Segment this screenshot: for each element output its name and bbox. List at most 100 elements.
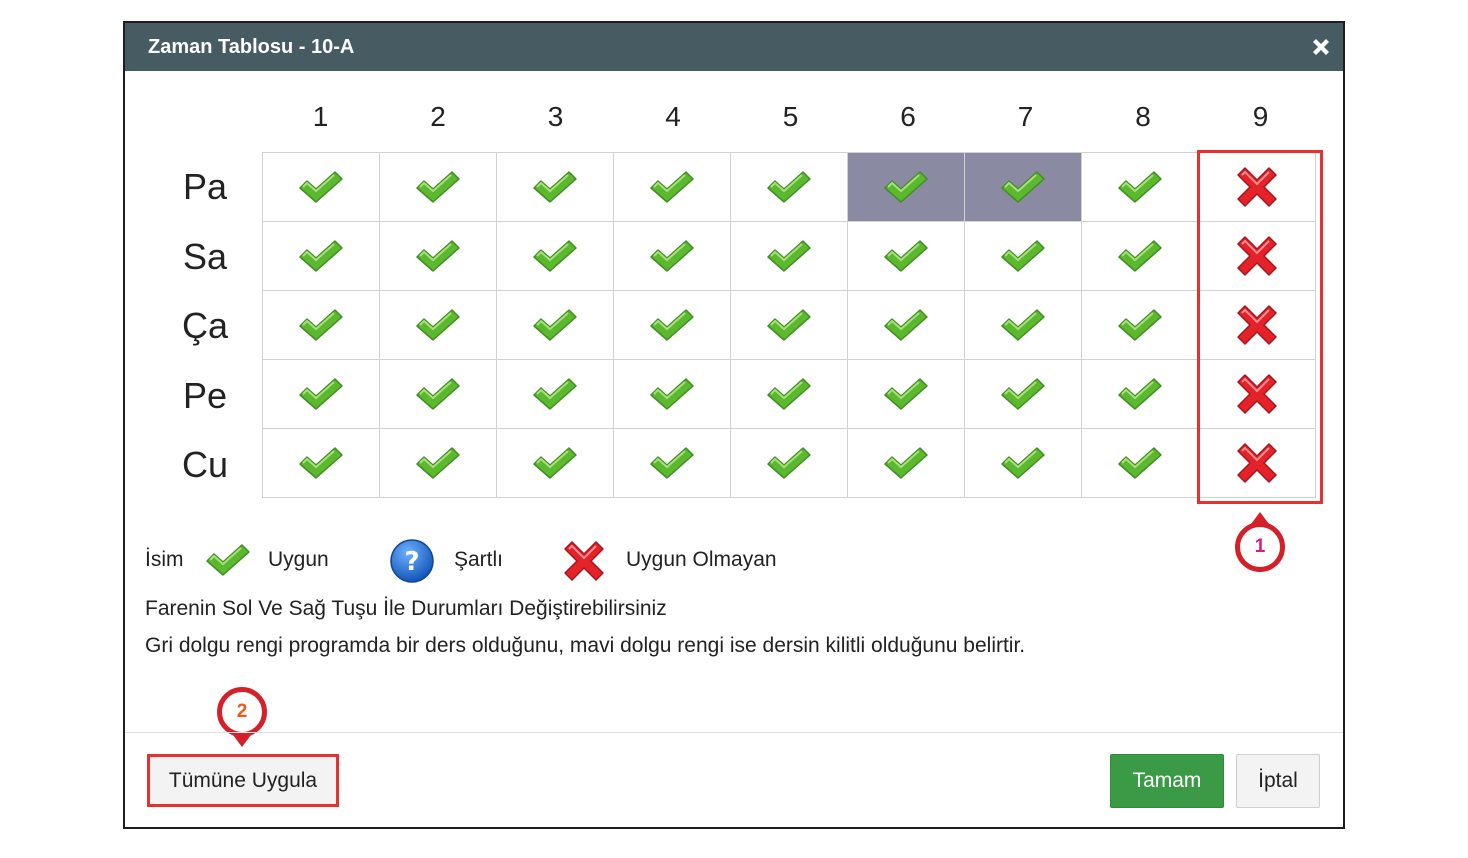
timetable-cell[interactable] (730, 290, 848, 360)
column-header: 8 (1135, 101, 1151, 132)
check-icon (731, 236, 847, 276)
column-header: 5 (782, 101, 799, 132)
timetable-dialog: Zaman Tablosu - 10-A 1 2 3 4 5 6 7 8 9 Pa Sa Ça Pe C… (123, 21, 1345, 829)
cancel-button[interactable]: İptal (1236, 754, 1320, 808)
row-header: Pe (182, 374, 228, 416)
apply-all-button[interactable]: Tümüne Uygula (147, 754, 339, 807)
timetable-cell[interactable] (847, 428, 965, 498)
check-icon (614, 236, 730, 276)
timetable-cell[interactable] (496, 359, 614, 429)
timetable-cell[interactable] (1081, 221, 1199, 291)
check-icon (731, 443, 847, 483)
timetable-cell[interactable] (496, 290, 614, 360)
timetable-cell[interactable] (379, 290, 497, 360)
column-header: 4 (665, 101, 681, 132)
grid-row (262, 221, 1316, 291)
timetable-cell[interactable] (1081, 290, 1199, 360)
column-9-highlight (1197, 150, 1323, 504)
timetable-cell[interactable] (1081, 428, 1199, 498)
grid-row (262, 152, 1316, 222)
check-icon (380, 305, 496, 345)
timetable-cell[interactable] (964, 221, 1082, 291)
check-icon (497, 167, 613, 207)
check-icon (614, 167, 730, 207)
check-icon (380, 443, 496, 483)
timetable-cell[interactable] (847, 359, 965, 429)
check-icon (731, 374, 847, 414)
timetable-cell[interactable] (730, 221, 848, 291)
check-icon (848, 443, 964, 483)
timetable-cell[interactable] (613, 359, 731, 429)
check-icon (380, 374, 496, 414)
timetable-grid (262, 152, 1316, 498)
row-header: Sa (182, 235, 228, 277)
timetable-cell[interactable] (847, 221, 965, 291)
timetable-cell[interactable] (964, 428, 1082, 498)
check-icon (965, 236, 1081, 276)
timetable-cell[interactable] (613, 290, 731, 360)
check-icon (614, 443, 730, 483)
timetable-cell[interactable] (730, 152, 848, 222)
timetable-cell[interactable] (262, 359, 380, 429)
column-header: 3 (547, 101, 564, 132)
column-header: 2 (430, 101, 446, 132)
check-icon (263, 374, 379, 414)
legend-unavailable-label: Uygun Olmayan (626, 548, 777, 571)
check-icon (848, 236, 964, 276)
timetable-cell[interactable] (964, 359, 1082, 429)
timetable-cell[interactable] (847, 152, 965, 222)
info-colors: Gri dolgu rengi programda bir ders olduğ… (145, 634, 1026, 657)
check-icon (965, 374, 1081, 414)
timetable-cell[interactable] (262, 428, 380, 498)
check-icon (380, 167, 496, 207)
timetable-cell[interactable] (379, 359, 497, 429)
timetable-cell[interactable] (262, 221, 380, 291)
timetable-cell[interactable] (496, 221, 614, 291)
row-header: Pa (182, 166, 228, 207)
timetable-cell[interactable] (613, 428, 731, 498)
timetable-cell[interactable] (262, 152, 380, 222)
timetable-cell[interactable] (379, 428, 497, 498)
timetable-cell[interactable] (262, 290, 380, 360)
timetable-cell[interactable] (613, 152, 731, 222)
timetable-cell[interactable] (964, 290, 1082, 360)
timetable-cell[interactable] (379, 152, 497, 222)
check-icon (965, 443, 1081, 483)
row-header: Cu (181, 444, 229, 485)
timetable-cell[interactable] (613, 221, 731, 291)
ok-button[interactable]: Tamam (1110, 754, 1224, 808)
check-icon (1082, 167, 1198, 207)
check-icon (848, 305, 964, 345)
timetable-cell[interactable] (730, 428, 848, 498)
footer-divider (125, 732, 1343, 733)
column-header: 7 (1017, 101, 1034, 132)
check-icon (1082, 236, 1198, 276)
close-icon[interactable] (1309, 35, 1333, 59)
timetable-cell[interactable] (496, 152, 614, 222)
check-icon (1082, 443, 1198, 483)
check-icon (731, 167, 847, 207)
timetable-cell[interactable] (496, 428, 614, 498)
timetable-cell[interactable] (379, 221, 497, 291)
check-icon (263, 167, 379, 207)
legend-name-label: İsim (145, 548, 184, 571)
check-icon (263, 236, 379, 276)
question-icon: ? (389, 538, 435, 589)
check-icon (731, 305, 847, 345)
column-header: 6 (900, 101, 916, 132)
callout-1: 1 (1235, 512, 1285, 572)
grid-row (262, 290, 1316, 360)
check-icon (380, 236, 496, 276)
check-icon (263, 305, 379, 345)
check-icon (848, 167, 964, 207)
check-icon (1082, 305, 1198, 345)
grid-row (262, 428, 1316, 498)
check-icon (497, 305, 613, 345)
timetable-cell[interactable] (1081, 152, 1199, 222)
legend-available-label: Uygun (268, 548, 329, 571)
timetable-cell[interactable] (964, 152, 1082, 222)
timetable-cell[interactable] (847, 290, 965, 360)
row-header: Ça (181, 305, 229, 346)
timetable-cell[interactable] (730, 359, 848, 429)
timetable-cell[interactable] (1081, 359, 1199, 429)
